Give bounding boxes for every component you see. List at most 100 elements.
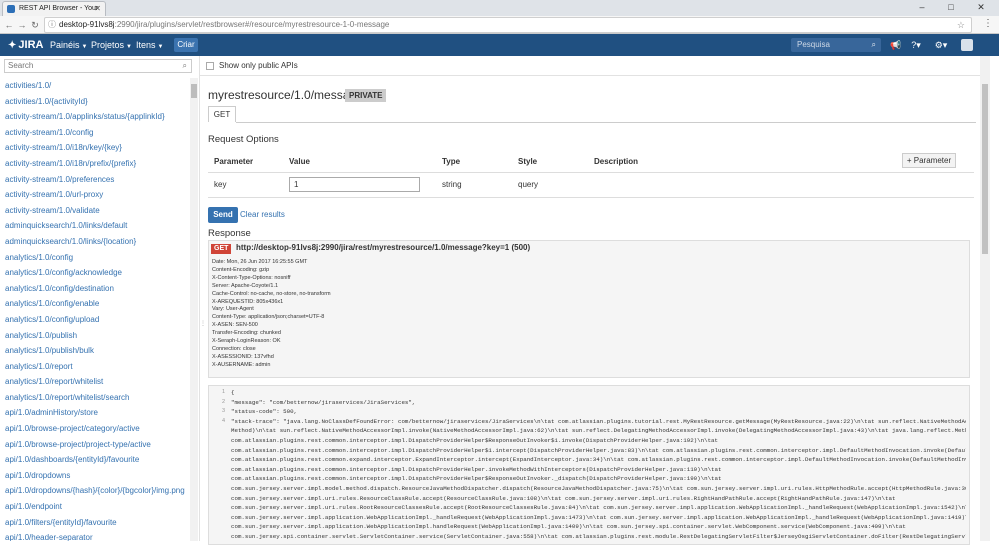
tab-get[interactable]: GET: [208, 106, 236, 122]
sidebar-item[interactable]: activities/1.0/: [0, 78, 190, 94]
only-public-checkbox[interactable]: [206, 62, 214, 70]
sidebar-item[interactable]: activity-stream/1.0/validate: [0, 203, 190, 219]
create-button[interactable]: Criar: [174, 38, 198, 52]
page-info-icon[interactable]: ⓘ: [48, 18, 56, 32]
sidebar-item[interactable]: activity-stream/1.0/preferences: [0, 172, 190, 188]
sidebar-item[interactable]: api/1.0/header-separator: [0, 530, 190, 541]
sidebar-item[interactable]: api/1.0/endpoint: [0, 499, 190, 515]
menu-issues[interactable]: Itens ▼: [136, 34, 163, 56]
sidebar-item[interactable]: analytics/1.0/publish/bulk: [0, 343, 190, 359]
sidebar-item[interactable]: api/1.0/browse-project/project-type/acti…: [0, 437, 190, 453]
sidebar-item[interactable]: api/1.0/dropdowns/{hash}/{color}/{bgcolo…: [0, 483, 190, 499]
column-description: Description: [594, 157, 639, 166]
add-parameter-button[interactable]: + Parameter: [902, 153, 956, 168]
sidebar-item[interactable]: activities/1.0/{activityId}: [0, 94, 190, 110]
column-value: Value: [289, 157, 310, 166]
page-scrollbar[interactable]: [980, 56, 990, 541]
response-header-line: X-ASEN: SEN-500: [212, 322, 258, 329]
response-header-line: Cache-Control: no-cache, no-store, no-tr…: [212, 290, 331, 297]
sidebar-item[interactable]: analytics/1.0/report/whitelist: [0, 374, 190, 390]
chevron-down-icon: ▼: [81, 44, 88, 50]
method-badge: GET: [211, 244, 232, 254]
only-public-label: Show only public APIs: [219, 61, 298, 70]
response-header-line: Date: Mon, 26 Jun 2017 16:25:55 GMT: [212, 259, 308, 265]
response-body: { "message": "com/betternow/jiraservices…: [231, 388, 966, 542]
menu-projects[interactable]: Projetos ▼: [91, 34, 132, 56]
code-line: com.atlassian.plugins.rest.common.interc…: [231, 436, 719, 444]
code-line: com.atlassian.plugins.rest.common.interc…: [231, 446, 966, 454]
pane-splitter[interactable]: ⋮: [200, 320, 206, 327]
jira-logo[interactable]: ✦ JIRA: [8, 37, 43, 53]
line-number: 2: [221, 398, 225, 405]
sidebar-item[interactable]: activity-stream/1.0/config: [0, 125, 190, 141]
response-body-panel: 1 2 3 4 { "message": "com/betternow/jiraser…: [208, 385, 970, 545]
url-input[interactable]: ⓘ desktop-91lvs8j:2990/jira/plugins/serv…: [44, 17, 972, 33]
response-headers-panel: GET http://desktop-91lvs8j:2990/jira/res…: [208, 240, 970, 378]
sidebar-item[interactable]: adminquicksearch/1.0/links/default: [0, 218, 190, 234]
code-line: com.sun.jersey.server.impl.uri.rules.Roo…: [231, 504, 966, 512]
jira-logo-icon: ✦: [8, 40, 17, 51]
scrollbar-thumb[interactable]: [191, 84, 197, 98]
reload-icon[interactable]: ↻: [28, 18, 42, 32]
line-number: [209, 474, 229, 484]
help-icon[interactable]: ?▾: [908, 38, 924, 52]
row-divider: [208, 172, 974, 173]
param-name: key: [214, 180, 227, 189]
sidebar-item[interactable]: api/1.0/filters/{entityId}/favourite: [0, 515, 190, 531]
minimize-button[interactable]: –: [911, 0, 933, 16]
browser-tab[interactable]: REST API Browser - Your ✕: [2, 1, 106, 16]
sidebar-item[interactable]: adminquicksearch/1.0/links/{location}: [0, 234, 190, 250]
sidebar-item[interactable]: analytics/1.0/report/whitelist/search: [0, 390, 190, 406]
sidebar-item[interactable]: activity-stream/1.0/i18n/prefix/{prefix}: [0, 156, 190, 172]
sidebar-item[interactable]: analytics/1.0/config/destination: [0, 281, 190, 297]
sidebar-item[interactable]: activity-stream/1.0/applinks/status/{app…: [0, 109, 190, 125]
code-line: com.sun.jersey.spi.container.servlet.Ser…: [231, 532, 966, 540]
bookmark-star-icon[interactable]: ☆: [957, 18, 965, 32]
sidebar-item[interactable]: analytics/1.0/config/enable: [0, 296, 190, 312]
maximize-button[interactable]: □: [940, 0, 962, 16]
url-path: :2990/jira/plugins/servlet/restbrowser#/…: [114, 20, 390, 29]
menu-dashboards[interactable]: Painéis ▼: [50, 34, 87, 56]
forward-icon[interactable]: →: [15, 18, 29, 32]
response-header-line: X-AREQUESTID: 805x436x1: [212, 298, 284, 305]
close-tab-icon[interactable]: ✕: [94, 2, 101, 16]
sidebar-item[interactable]: analytics/1.0/config: [0, 250, 190, 266]
resource-list: activities/1.0/activities/1.0/{activityI…: [0, 78, 190, 541]
resource-sidebar: ⌕ activities/1.0/activities/1.0/{activit…: [0, 56, 200, 541]
url-host: desktop-91lvs8j: [59, 20, 115, 29]
sidebar-item[interactable]: activity-stream/1.0/i18n/key/{key}: [0, 140, 190, 156]
avatar[interactable]: [961, 39, 973, 51]
feedback-icon[interactable]: 📢: [890, 38, 902, 52]
scrollbar-thumb[interactable]: [982, 84, 988, 254]
param-value-input[interactable]: [289, 177, 420, 192]
clear-results-link[interactable]: Clear results: [240, 207, 285, 223]
sidebar-item[interactable]: analytics/1.0/config/acknowledge: [0, 265, 190, 281]
sidebar-scrollbar[interactable]: [190, 78, 198, 541]
chevron-down-icon: ▼: [126, 44, 132, 50]
send-button[interactable]: Send: [208, 207, 238, 223]
sidebar-search-field[interactable]: ⌕: [4, 59, 192, 73]
resource-title: myrestresource/1.0/message: [208, 88, 363, 102]
sidebar-item[interactable]: activity-stream/1.0/url-proxy: [0, 187, 190, 203]
response-header-line: Connection: close: [212, 345, 256, 352]
response-header-line: Vary: User-Agent: [212, 306, 254, 313]
jira-search-input[interactable]: Pesquisa ⌕: [791, 38, 881, 52]
response-header-line: Content-Encoding: gzip: [212, 266, 270, 273]
gear-icon[interactable]: ⚙▾: [933, 38, 949, 52]
tab-divider: [236, 122, 976, 123]
sidebar-item[interactable]: api/1.0/adminHistory/store: [0, 405, 190, 421]
back-icon[interactable]: ←: [2, 18, 16, 32]
code-line: com.atlassian.plugins.rest.common.interc…: [231, 475, 722, 483]
sidebar-item[interactable]: analytics/1.0/report: [0, 359, 190, 375]
browser-menu-icon[interactable]: ⋮: [981, 16, 995, 32]
response-header-line: Server: Apache-Coyote/1.1: [212, 282, 279, 289]
sidebar-item[interactable]: api/1.0/dropdowns: [0, 468, 190, 484]
sidebar-item[interactable]: api/1.0/browse-project/category/active: [0, 421, 190, 437]
close-window-button[interactable]: ✕: [970, 0, 992, 16]
sidebar-item[interactable]: analytics/1.0/publish: [0, 328, 190, 344]
response-url: http://desktop-91lvs8j:2990/jira/rest/my…: [236, 243, 531, 252]
sidebar-item[interactable]: api/1.0/dashboards/{entityId}/favourite: [0, 452, 190, 468]
code-line: com.atlassian.plugins.rest.common.expand…: [231, 456, 966, 464]
sidebar-item[interactable]: analytics/1.0/config/upload: [0, 312, 190, 328]
sidebar-search-input[interactable]: [8, 61, 168, 70]
